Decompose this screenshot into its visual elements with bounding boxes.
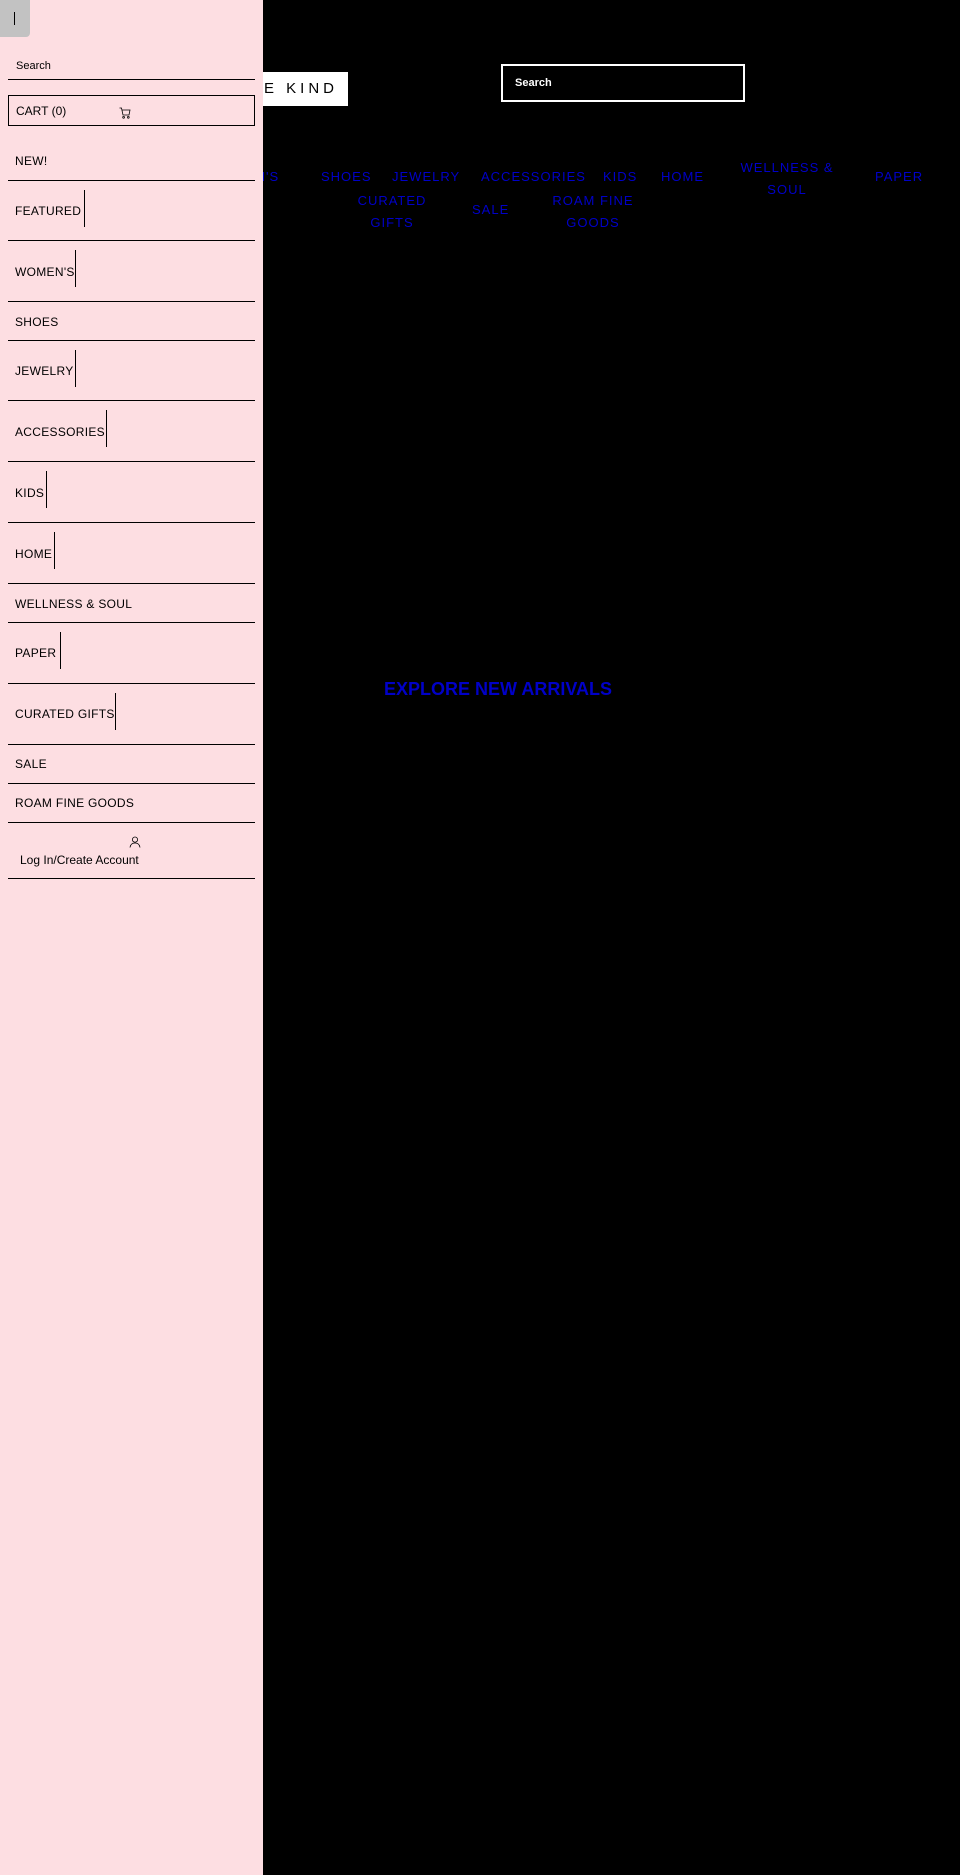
account-label: Log In/Create Account xyxy=(20,853,139,867)
drawer-item-label: ACCESSORIES xyxy=(15,425,105,439)
header-search-input[interactable] xyxy=(501,64,745,102)
drawer-item-label: FEATURED xyxy=(15,204,82,218)
nav-link-roam-fine-goods[interactable]: ROAM FINE GOODS xyxy=(550,190,636,234)
drawer-item-featured[interactable]: FEATURED xyxy=(8,181,255,241)
drawer-item-new[interactable]: NEW! xyxy=(8,140,255,181)
drawer-item-label: SALE xyxy=(15,757,47,771)
drawer-item-jewelry[interactable]: JEWELRY xyxy=(8,341,255,401)
submenu-divider-icon xyxy=(60,632,61,669)
drawer-item-shoes[interactable]: SHOES xyxy=(8,302,255,341)
nav-link-curated-gifts[interactable]: CURATED GIFTS xyxy=(352,190,432,234)
drawer-item-label: HOME xyxy=(15,547,53,561)
drawer-item-roam-fine-goods[interactable]: ROAM FINE GOODS xyxy=(8,784,255,823)
submenu-divider-icon xyxy=(75,250,76,287)
explore-new-arrivals-link[interactable]: EXPLORE NEW ARRIVALS xyxy=(360,679,636,700)
nav-link-shoes[interactable]: SHOES xyxy=(321,166,372,188)
nav-link-paper[interactable]: PAPER xyxy=(875,166,923,188)
drawer-item-label: WELLNESS & SOUL xyxy=(15,597,133,611)
submenu-divider-icon xyxy=(84,190,85,227)
close-menu-button[interactable] xyxy=(0,0,30,37)
nav-link-wellness-soul[interactable]: WELLNESS & SOUL xyxy=(740,157,834,201)
drawer-item-curated-gifts[interactable]: CURATED GIFTS xyxy=(8,684,255,745)
drawer-item-label: CURATED GIFTS xyxy=(15,707,115,721)
drawer-item-wellness-soul[interactable]: WELLNESS & SOUL xyxy=(8,584,255,623)
drawer-item-label: SHOES xyxy=(15,315,59,329)
nav-link-jewelry[interactable]: JEWELRY xyxy=(392,166,460,188)
drawer-item-label: JEWELRY xyxy=(15,364,74,378)
nav-link-home[interactable]: HOME xyxy=(661,166,704,188)
close-icon xyxy=(14,12,15,25)
drawer-item-label: WOMEN'S xyxy=(15,265,75,279)
submenu-divider-icon xyxy=(75,350,76,387)
cart-button[interactable]: CART (0) xyxy=(8,95,255,126)
drawer-item-sale[interactable]: SALE xyxy=(8,745,255,784)
drawer-item-paper[interactable]: PAPER xyxy=(8,623,255,684)
cart-label: CART (0) xyxy=(16,104,67,118)
mobile-menu-drawer: CART (0) NEW! FEATURED WOMEN'S SHOES JEW… xyxy=(0,0,263,1875)
drawer-item-label: NEW! xyxy=(15,154,48,168)
user-icon xyxy=(129,836,141,848)
submenu-divider-icon xyxy=(54,532,55,569)
nav-link-accessories[interactable]: ACCESSORIES xyxy=(481,166,586,188)
drawer-item-label: KIDS xyxy=(15,486,45,500)
drawer-item-accessories[interactable]: ACCESSORIES xyxy=(8,401,255,462)
submenu-divider-icon xyxy=(115,693,116,730)
drawer-item-home[interactable]: HOME xyxy=(8,523,255,584)
submenu-divider-icon xyxy=(46,471,47,508)
drawer-item-kids[interactable]: KIDS xyxy=(8,462,255,523)
drawer-search-input[interactable] xyxy=(8,52,255,80)
drawer-item-womens[interactable]: WOMEN'S xyxy=(8,241,255,302)
account-link[interactable]: Log In/Create Account xyxy=(8,823,255,879)
nav-link-sale[interactable]: SALE xyxy=(472,199,509,221)
cart-icon xyxy=(119,107,131,119)
drawer-item-label: PAPER xyxy=(15,646,57,660)
nav-link-kids[interactable]: KIDS xyxy=(603,166,637,188)
drawer-item-label: ROAM FINE GOODS xyxy=(15,796,135,810)
submenu-divider-icon xyxy=(106,410,107,447)
